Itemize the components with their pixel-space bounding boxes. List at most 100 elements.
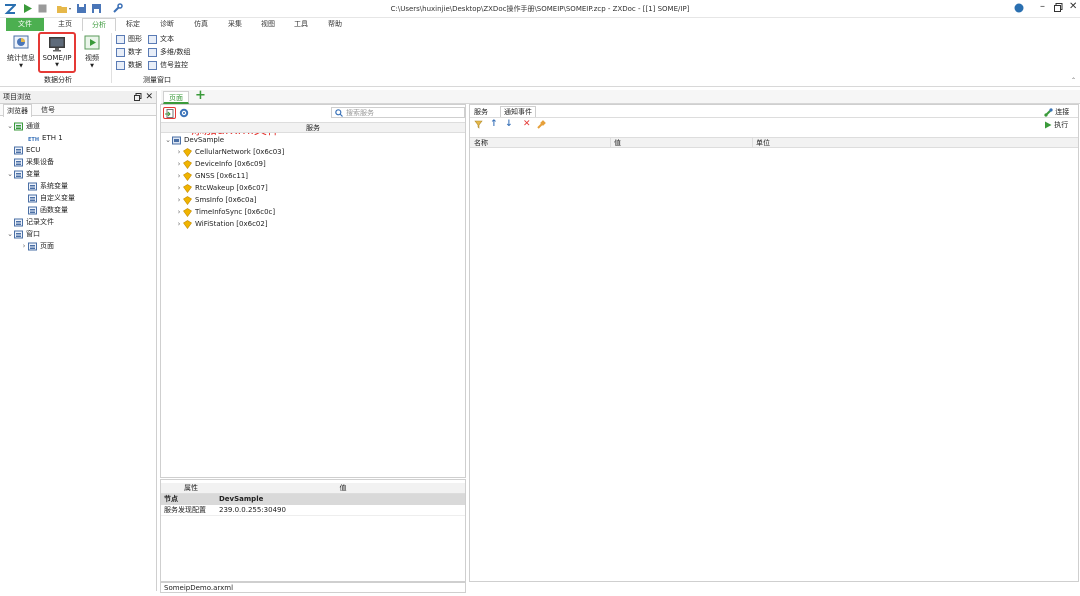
project-tree-item[interactable]: 记录文件 (6, 216, 54, 228)
project-tree-item[interactable]: › 页面 (20, 240, 54, 252)
number-button[interactable]: 数字 (116, 46, 142, 58)
tab-file[interactable]: 文件 (6, 18, 44, 31)
project-tree-item[interactable]: 系统变量 (20, 180, 68, 192)
settings-gear-icon[interactable] (179, 108, 189, 120)
expand-chevron-icon[interactable]: › (175, 170, 183, 182)
expand-chevron-icon[interactable]: › (20, 240, 28, 252)
expand-root-icon[interactable]: ⌄ (164, 134, 172, 146)
expand-chevron-icon[interactable]: › (175, 194, 183, 206)
project-tree-label: 系统变量 (40, 182, 68, 190)
move-up-icon[interactable]: ↑ (490, 119, 498, 129)
collapse-chevron-icon[interactable]: ⌄ (6, 168, 14, 180)
expand-chevron-icon[interactable]: › (175, 206, 183, 218)
project-tree-label: 变量 (26, 170, 40, 178)
someip-dropdown-icon[interactable]: ▼ (40, 62, 74, 68)
project-tree-item[interactable]: ⌄ 窗口 (6, 228, 40, 240)
filter-icon[interactable] (474, 120, 483, 131)
logfile-icon (14, 218, 23, 227)
data-button[interactable]: 数据 (116, 59, 142, 71)
execute-label: 执行 (1054, 121, 1069, 129)
service-item[interactable]: › SmsInfo [0x6c0a] (175, 194, 257, 206)
number-icon (116, 47, 125, 57)
project-tree-item[interactable]: 自定义变量 (20, 192, 75, 204)
service-item[interactable]: › TimeInfoSync [0x6c0c] (175, 206, 275, 218)
close-button[interactable]: ✕ (1069, 1, 1077, 12)
signal-monitor-icon (148, 60, 157, 70)
help-globe-icon[interactable] (1014, 3, 1024, 15)
expand-chevron-icon[interactable]: › (175, 146, 183, 158)
execute-button[interactable]: 执行 (1044, 120, 1068, 130)
service-item[interactable]: › CellularNetwork [0x6c03] (175, 146, 284, 158)
tab-diagnosis[interactable]: 诊断 (152, 18, 182, 31)
tab-signal[interactable]: 信号 (38, 104, 58, 116)
stats-dropdown-icon[interactable]: ▼ (6, 63, 36, 69)
add-arxml-button[interactable] (163, 107, 176, 119)
graph-icon (116, 34, 125, 44)
service-item[interactable]: › GNSS [0x6c11] (175, 170, 248, 182)
import-file-icon (165, 108, 174, 118)
tab-services[interactable]: 服务 (474, 107, 488, 117)
tab-tools[interactable]: 工具 (286, 18, 316, 31)
expand-chevron-icon[interactable]: › (175, 158, 183, 170)
restore-button[interactable] (1054, 3, 1063, 14)
tab-notification-events[interactable]: 通知事件 (500, 106, 536, 117)
column-divider (752, 138, 753, 148)
project-browser-title-bar: 项目浏览 ✕ (0, 91, 156, 104)
tab-analysis[interactable]: 分析 (82, 18, 116, 31)
video-button[interactable]: 视频 ▼ (80, 35, 104, 75)
column-name: 名称 (474, 139, 488, 147)
expand-chevron-icon[interactable]: › (175, 182, 183, 194)
service-item[interactable]: › RtcWakeup [0x6c07] (175, 182, 268, 194)
text-button[interactable]: 文本 (148, 33, 174, 45)
project-tree-item[interactable]: ETH ETH 1 (20, 132, 63, 144)
tab-help[interactable]: 帮助 (320, 18, 350, 31)
tab-page[interactable]: 页面 (163, 91, 189, 104)
add-page-button[interactable]: + (195, 88, 206, 103)
tab-acquisition[interactable]: 采集 (220, 18, 250, 31)
someip-button[interactable]: SOME/IP ▼ (38, 32, 76, 73)
search-icon (335, 109, 343, 117)
project-browser-title: 项目浏览 (3, 93, 31, 101)
service-item[interactable]: › WiFiStation [0x6c02] (175, 218, 268, 230)
collapse-ribbon-icon[interactable]: ⌃ (1071, 77, 1076, 84)
minimize-button[interactable]: – (1040, 1, 1045, 12)
service-root-row[interactable]: ⌄ DevSample (164, 134, 224, 146)
project-tree-label: 通道 (26, 122, 40, 130)
clear-icon[interactable] (537, 120, 546, 131)
property-row[interactable]: 服务发现配置 239.0.0.255:30490 (161, 505, 465, 516)
property-value: 239.0.0.255:30490 (219, 506, 286, 514)
delete-icon[interactable]: ✕ (523, 119, 531, 129)
stats-label: 统计信息 (7, 54, 35, 62)
service-diamond-icon (183, 219, 192, 229)
column-value: 值 (614, 139, 621, 147)
project-tree-item[interactable]: 函数变量 (20, 204, 68, 216)
property-row[interactable]: 节点 DevSample (161, 494, 465, 505)
connect-button[interactable]: 连接 (1044, 107, 1069, 117)
tab-view[interactable]: 视图 (253, 18, 283, 31)
tab-calibration[interactable]: 标定 (118, 18, 148, 31)
group-analysis-label: 数据分析 (44, 76, 72, 84)
ecu-node-icon (172, 136, 181, 145)
status-bar: SomeipDemo.arxml (160, 582, 466, 593)
sysvar-icon (28, 182, 37, 191)
collapse-chevron-icon[interactable]: ⌄ (6, 120, 14, 132)
signal-monitor-button[interactable]: 信号监控 (148, 59, 188, 71)
project-tree-item[interactable]: ECU (6, 144, 40, 156)
close-panel-icon[interactable]: ✕ (145, 91, 153, 104)
project-tree-item[interactable]: ⌄ 变量 (6, 168, 40, 180)
service-search-input[interactable]: 搜索服务 (331, 107, 465, 118)
service-item[interactable]: › DeviceInfo [0x6c09] (175, 158, 266, 170)
project-tree-item[interactable]: 采集设备 (6, 156, 54, 168)
stats-button[interactable]: 统计信息 ▼ (6, 35, 36, 75)
video-dropdown-icon[interactable]: ▼ (80, 63, 104, 69)
graph-button[interactable]: 图形 (116, 33, 142, 45)
collapse-chevron-icon[interactable]: ⌄ (6, 228, 14, 240)
expand-chevron-icon[interactable]: › (175, 218, 183, 230)
tab-home[interactable]: 主页 (48, 18, 82, 31)
array-button[interactable]: 多维/数组 (148, 46, 190, 58)
tab-simulation[interactable]: 仿真 (186, 18, 216, 31)
move-down-icon[interactable]: ↓ (505, 119, 513, 129)
search-placeholder: 搜索服务 (346, 109, 374, 117)
monitor-icon (48, 36, 66, 54)
project-tree-item[interactable]: ⌄ 通道 (6, 120, 40, 132)
